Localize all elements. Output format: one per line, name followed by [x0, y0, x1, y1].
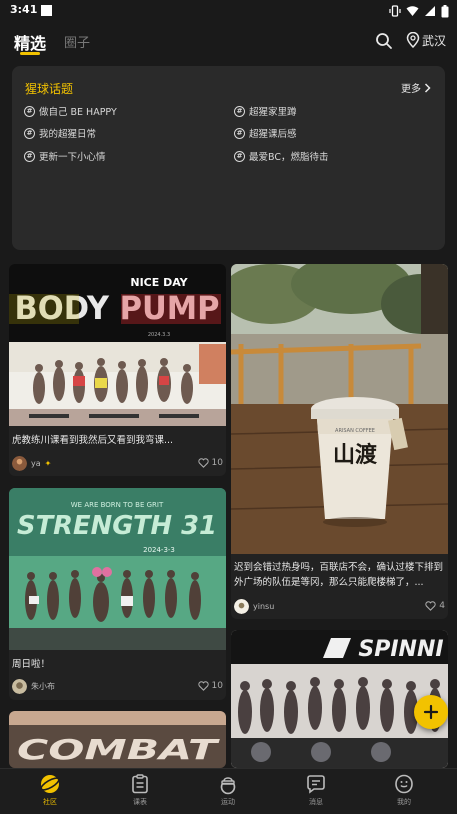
topic-item[interactable]: # 最爱BC，燃脂待击 — [234, 149, 328, 163]
signal-icon — [425, 6, 435, 16]
top-nav: 精选 圈子 武汉 — [0, 22, 457, 62]
image-text: COMBAT — [17, 733, 220, 766]
like-count: 10 — [211, 681, 223, 691]
status-icons — [389, 4, 449, 18]
post-card[interactable]: 山渡 ARISAN COFFEE 迟到会错过热身吗，百联店不会，确认过楼下排到外… — [231, 264, 448, 619]
post-caption: 虎教练川课看到我然后又看到我弯课... — [12, 435, 174, 446]
chat-icon — [307, 775, 325, 794]
image-text: 2024.3.3 — [148, 332, 170, 338]
image-text: 2024-3-3 — [143, 546, 175, 554]
bottom-nav: 社区 课表 运动 消息 我的 — [0, 768, 457, 814]
plus-icon — [423, 704, 439, 720]
image-text: NICE DAY — [130, 276, 188, 289]
location-button[interactable]: 武汉 — [406, 30, 446, 50]
wifi-icon — [406, 6, 419, 16]
like-button[interactable]: 4 — [425, 598, 445, 614]
clipboard-icon — [132, 774, 148, 794]
post-image: COMBAT — [9, 711, 226, 768]
topic-label: 超猩家里蹲 — [249, 107, 297, 118]
hashtag-icon: # — [234, 105, 245, 117]
image-text: SPINNI — [358, 637, 443, 662]
avatar — [234, 598, 249, 614]
author-name: ya — [31, 458, 41, 468]
heart-icon — [197, 458, 209, 468]
heart-icon — [197, 681, 209, 691]
like-button[interactable]: 10 — [197, 678, 223, 694]
nav-label: 我的 — [397, 798, 411, 806]
post-card[interactable]: NICE DAY BODY PUMP 2024.3.3 虎教练川课看到我然后又看… — [9, 264, 226, 476]
topic-card: 猩球话题 更多 # 做自己 BE HAPPY # 超猩家里蹲 # 我的超猩日常 # 超猩… — [12, 66, 445, 250]
avatar — [12, 455, 27, 471]
topic-item[interactable]: # 超猩家里蹲 — [234, 104, 297, 118]
post-caption: 周日啦！ — [12, 659, 51, 670]
tab-circle[interactable]: 圈子 — [64, 32, 90, 51]
topic-label: 超猩课后感 — [249, 129, 297, 140]
avatar — [12, 678, 27, 694]
topic-more-link[interactable]: 更多 — [401, 80, 431, 95]
add-post-button[interactable] — [414, 695, 448, 729]
search-icon[interactable] — [374, 31, 394, 51]
post-author[interactable]: yinsu — [234, 598, 274, 614]
location-pin-icon — [406, 32, 420, 48]
topic-label: 更新一下小心情 — [39, 152, 106, 163]
topic-label: 最爱BC，燃脂待击 — [249, 152, 329, 163]
author-name: yinsu — [253, 601, 275, 611]
nav-item-exercise[interactable]: 运动 — [198, 773, 258, 813]
nav-label: 课表 — [133, 798, 147, 806]
heart-icon — [425, 601, 436, 611]
hashtag-icon: # — [234, 127, 245, 139]
post-image: SPINNI — [231, 630, 448, 768]
nav-item-messages[interactable]: 消息 — [286, 773, 346, 813]
status-time: 3:41 — [10, 3, 38, 16]
chevron-right-icon — [424, 82, 431, 93]
nav-item-community[interactable]: 社区 — [20, 773, 80, 813]
author-name: 朱小布 — [31, 681, 55, 691]
post-card[interactable]: SPINNI — [231, 630, 448, 768]
post-card[interactable]: WE ARE BORN TO BE GRIT STRENGTH 31 2024-… — [9, 488, 226, 700]
topic-more-label: 更多 — [401, 84, 421, 95]
tab-featured[interactable]: 精选 — [14, 30, 46, 54]
nav-label: 运动 — [221, 798, 235, 806]
status-bar: 3:41 — [0, 0, 457, 22]
post-image: NICE DAY BODY PUMP 2024.3.3 — [9, 264, 226, 426]
post-card[interactable]: COMBAT — [9, 711, 226, 768]
post-image: 山渡 ARISAN COFFEE — [231, 264, 448, 554]
like-count: 10 — [211, 458, 223, 468]
notification-icon — [41, 5, 52, 16]
nav-item-profile[interactable]: 我的 — [374, 773, 434, 813]
location-label: 武汉 — [422, 33, 447, 48]
post-author[interactable]: ya ✦ — [12, 455, 51, 471]
cup-brand: ARISAN COFFEE — [335, 428, 375, 434]
topic-label: 我的超猩日常 — [39, 129, 97, 140]
topic-item[interactable]: # 更新一下小心情 — [24, 149, 106, 163]
nav-label: 消息 — [309, 798, 323, 806]
post-author[interactable]: 朱小布 — [12, 678, 55, 694]
topic-item[interactable]: # 超猩课后感 — [234, 126, 297, 140]
kettlebell-icon — [220, 777, 236, 795]
topic-item[interactable]: # 做自己 BE HAPPY — [24, 104, 117, 118]
nav-item-schedule[interactable]: 课表 — [110, 773, 170, 813]
monkey-face-icon — [395, 774, 413, 794]
nav-label: 社区 — [43, 798, 57, 806]
sparkle-icon: ✦ — [44, 458, 52, 468]
post-image: WE ARE BORN TO BE GRIT STRENGTH 31 2024-… — [9, 488, 226, 650]
image-text: STRENGTH 31 — [17, 511, 217, 541]
battery-icon — [441, 4, 449, 17]
like-button[interactable]: 10 — [197, 455, 223, 471]
hashtag-icon: # — [24, 105, 35, 117]
cup-text: 山渡 — [333, 442, 378, 468]
like-count: 4 — [439, 601, 445, 611]
image-text: WE ARE BORN TO BE GRIT — [71, 501, 164, 509]
planet-icon — [40, 775, 60, 793]
topic-label: 做自己 BE HAPPY — [39, 107, 117, 118]
topic-card-title: 猩球话题 — [25, 82, 74, 96]
hashtag-icon: # — [24, 127, 35, 139]
hashtag-icon: # — [24, 150, 35, 162]
vibrate-icon — [389, 5, 401, 17]
hashtag-icon: # — [234, 150, 245, 162]
tab-indicator — [20, 52, 40, 55]
topic-item[interactable]: # 我的超猩日常 — [24, 126, 96, 140]
post-caption: 迟到会错过热身吗，百联店不会，确认过楼下排到外广场的队伍是等冈，那么只能爬楼梯了… — [234, 562, 444, 588]
